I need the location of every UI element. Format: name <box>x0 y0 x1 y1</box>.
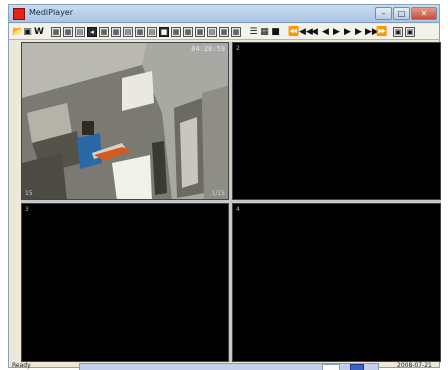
pane-number: 3 <box>25 206 29 213</box>
status-date: 2008-07-21 <box>397 362 432 369</box>
window-title: MediPlayer <box>29 8 74 17</box>
window-controls: – □ ✕ <box>375 7 437 20</box>
rewind-fast-icon[interactable]: ⏪ <box>288 27 299 37</box>
layout-10-icon[interactable]: ■ <box>159 26 169 37</box>
position-box <box>322 364 340 370</box>
pane-corner-label-right: 1/15 <box>211 190 225 197</box>
list-icon[interactable]: ☰ <box>249 27 258 37</box>
layout-16-icon[interactable]: ▦ <box>231 26 241 37</box>
layout-11-icon[interactable]: ▦ <box>171 26 181 37</box>
playback-slider-thumb[interactable] <box>350 364 364 370</box>
video-pane-4[interactable]: 4 <box>232 203 441 362</box>
layout-12-icon[interactable]: ▦ <box>183 26 193 37</box>
camera-view-image <box>22 43 228 199</box>
title-bar[interactable]: MediPlayer – □ ✕ <box>9 5 439 23</box>
main-window: MediPlayer – □ ✕ 📂 ▣ W ▦ ▦ ▤ ◂ ▦ ▦ ▤ ▦ ▤… <box>8 4 441 370</box>
step-forward-icon[interactable]: ▶ <box>343 27 352 37</box>
forward-fast-icon[interactable]: ⏩ <box>376 27 387 37</box>
layout-8-icon[interactable]: ▦ <box>135 26 145 37</box>
layout-6-icon[interactable]: ▦ <box>111 26 121 37</box>
video-pane-1[interactable]: 1 04:28:59 15 1/15 <box>21 42 229 200</box>
layout-7-icon[interactable]: ▤ <box>123 26 133 37</box>
pane-corner-label-left: 15 <box>25 190 33 197</box>
layout-3-icon[interactable]: ▤ <box>75 26 85 37</box>
w-button[interactable]: W <box>34 27 44 37</box>
status-bar: Ready 2008-07-21 <box>9 362 439 370</box>
close-button[interactable]: ✕ <box>411 7 437 20</box>
minimize-button[interactable]: – <box>375 7 392 20</box>
toolbar: 📂 ▣ W ▦ ▦ ▤ ◂ ▦ ▦ ▤ ▦ ▤ ■ ▦ ▦ ▦ ▤ ▦ ▦ ☰ … <box>9 24 439 40</box>
maximize-button[interactable]: □ <box>393 7 410 20</box>
stop-icon[interactable]: ■ <box>271 27 280 37</box>
pane-number: 1 <box>25 45 29 52</box>
play-icon[interactable]: ▶ <box>354 27 363 37</box>
forward-icon[interactable]: ▶▶ <box>365 27 379 37</box>
pane-number: 4 <box>236 206 240 213</box>
layout-2-icon[interactable]: ▦ <box>63 26 73 37</box>
app-icon <box>13 8 25 20</box>
layout-14-icon[interactable]: ▤ <box>207 26 217 37</box>
save-icon[interactable]: ▣ <box>23 27 32 37</box>
prev-icon[interactable]: ◀ <box>321 27 330 37</box>
open-icon[interactable]: 📂 <box>12 27 23 37</box>
settings-icon[interactable]: ▣ <box>405 26 415 37</box>
video-pane-2[interactable]: 2 <box>232 42 441 200</box>
capture-icon[interactable]: ▣ <box>393 26 403 37</box>
layout-9-icon[interactable]: ▤ <box>147 26 157 37</box>
layout-1-icon[interactable]: ▦ <box>51 26 61 37</box>
layout-4-icon[interactable]: ◂ <box>87 26 97 37</box>
next-icon[interactable]: ▶ <box>332 27 341 37</box>
rewind-icon[interactable]: ◀◀ <box>299 27 313 37</box>
status-text: Ready <box>12 362 31 369</box>
pane-timestamp: 04:28:59 <box>191 45 225 53</box>
video-grid: 1 04:28:59 15 1/15 2 3 4 <box>21 42 441 362</box>
layout-5-icon[interactable]: ▦ <box>99 26 109 37</box>
grid-icon[interactable]: ▦ <box>260 27 269 37</box>
pane-number: 2 <box>236 45 240 52</box>
step-back-icon[interactable]: ◀ <box>310 27 319 37</box>
layout-15-icon[interactable]: ▦ <box>219 26 229 37</box>
layout-13-icon[interactable]: ▦ <box>195 26 205 37</box>
video-pane-3[interactable]: 3 <box>21 203 229 362</box>
